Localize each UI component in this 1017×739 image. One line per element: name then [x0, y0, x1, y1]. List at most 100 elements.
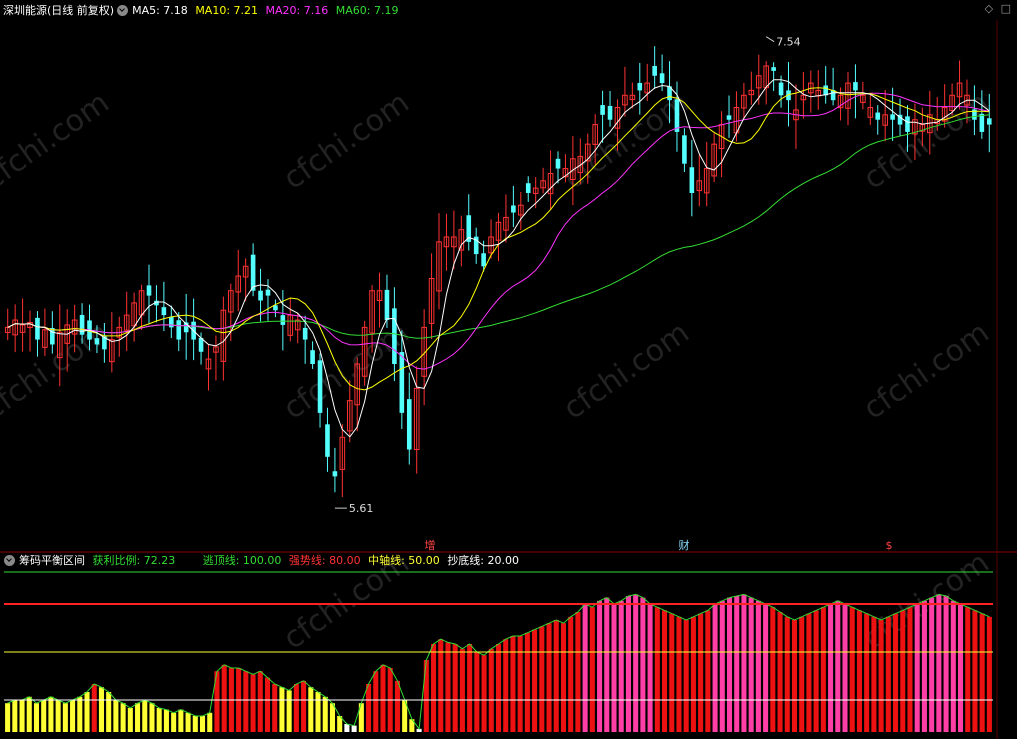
profit-ratio-bar [495, 644, 502, 732]
candle-down [771, 67, 776, 71]
profit-ratio-bar [438, 639, 444, 732]
profit-ratio-bar [647, 604, 653, 732]
profit-ratio-bar [662, 610, 668, 732]
profit-ratio-bar [366, 684, 372, 732]
chevron-down-icon[interactable] [117, 5, 129, 16]
profit-ratio-bar [98, 687, 104, 732]
profit-ratio-bar [965, 607, 971, 732]
profit-ratio-bar [12, 700, 18, 732]
profit-ratio-bar [26, 696, 32, 732]
profit-ratio-bar [243, 671, 249, 732]
candle-down [607, 105, 613, 120]
chevron-down-icon[interactable] [4, 555, 15, 566]
candle-down [726, 115, 732, 120]
profit-ratio-bar [452, 644, 458, 732]
candle-down [325, 424, 330, 457]
profit-ratio-bar [351, 725, 357, 732]
profit-ratio-bar [445, 642, 451, 732]
profit-ratio-bar [835, 600, 841, 732]
profit-ratio-bar [669, 613, 675, 732]
profit-ratio-bar [207, 712, 213, 732]
profit-ratio-bar [957, 604, 964, 732]
profit-ratio-bar [597, 600, 603, 732]
profit-ratio-bar [5, 703, 11, 732]
candle-down [600, 105, 605, 115]
profit-ratio-bar [250, 674, 256, 732]
profit-ratio-bar [308, 687, 314, 732]
profit-ratio-bar [431, 644, 437, 732]
profit-ratio-bar [712, 604, 718, 732]
high-marker-arrow [765, 36, 775, 43]
profit-ratio-bar [979, 613, 985, 732]
profit-ratio-bar [48, 696, 54, 732]
profit-ratio-bar [878, 620, 884, 732]
profit-ratio-bar [546, 623, 552, 732]
profit-ratio-bar [19, 700, 25, 732]
profit-ratio-bar [142, 700, 148, 732]
profit-ratio-label: 获利比例: 72.23 [92, 554, 176, 567]
profit-ratio-bar [900, 610, 906, 732]
profit-ratio-bar [936, 594, 942, 732]
profit-ratio-bar [315, 692, 321, 732]
candle-down [905, 116, 910, 132]
profit-ratio-bar [503, 639, 509, 732]
profit-ratio-bar [301, 680, 307, 732]
profit-ratio-bar [474, 652, 480, 732]
profit-ratio-bar [856, 610, 862, 732]
profit-ratio-bar [820, 607, 826, 732]
candle-down [979, 113, 985, 132]
profit-ratio-bar [91, 684, 97, 732]
candle-down [682, 135, 687, 164]
profit-ratio-bar [84, 692, 90, 732]
candle-down [555, 158, 561, 169]
profit-ratio-bar [683, 620, 689, 732]
profit-ratio-bar [394, 680, 400, 732]
chart-canvas[interactable]: cfchi.com cfchi.com cfchi.com cfchi.comcfch… [0, 0, 1017, 739]
profit-ratio-bar [777, 612, 783, 732]
profit-ratio-bar [893, 613, 899, 732]
panel-control-icons[interactable]: ◇ □ [985, 2, 1013, 15]
profit-ratio-bar [532, 629, 538, 732]
watermark-text: cfchi.com [277, 85, 415, 197]
profit-ratio-bar [690, 616, 696, 732]
ma20-label: MA20: 7.16 [265, 4, 329, 17]
candle-down [332, 471, 338, 477]
profit-ratio-bar [524, 632, 530, 732]
candle-down [875, 112, 881, 120]
candle-down [384, 289, 390, 321]
stock-chart-window: cfchi.com cfchi.com cfchi.com cfchi.com cfch… [0, 0, 1017, 739]
profit-ratio-bar [329, 703, 335, 732]
profit-ratio-bar [344, 724, 350, 732]
candle-down [169, 316, 174, 328]
profit-ratio-bar [654, 607, 660, 732]
profit-ratio-bar [741, 594, 747, 732]
profit-ratio-bar [719, 600, 725, 732]
profit-ratio-bar [618, 600, 624, 732]
ma10-label: MA10: 7.21 [195, 4, 259, 17]
profit-ratio-bar [929, 597, 935, 732]
profit-ratio-bar [698, 613, 704, 732]
profit-ratio-bar [806, 613, 812, 732]
profit-ratio-bar [950, 600, 956, 732]
high-price-label: 7.54 [776, 36, 801, 49]
candle-down [778, 82, 784, 96]
candle-down [258, 290, 263, 301]
candle-down [853, 82, 858, 91]
profit-ratio-bar [127, 708, 133, 732]
watermark-text: cfchi.com [557, 315, 695, 427]
candle-down [986, 118, 992, 125]
profit-ratio-bar [55, 700, 61, 732]
profit-ratio-bar [770, 607, 776, 732]
profit-ratio-bar [799, 616, 805, 732]
profit-ratio-bar [568, 616, 574, 732]
candle-down [176, 320, 182, 340]
profit-ratio-bar [726, 597, 733, 732]
profit-ratio-bar [589, 607, 595, 732]
profit-ratio-bar [322, 696, 328, 732]
mid-axis-label: 中轴线: 50.00 [368, 554, 440, 567]
candle-down [406, 399, 412, 450]
main-panel-title: 深圳能源(日线 前复权) [3, 4, 115, 17]
profit-ratio-bar [755, 600, 761, 732]
candle-down [50, 328, 55, 345]
profit-ratio-bar [156, 708, 162, 732]
